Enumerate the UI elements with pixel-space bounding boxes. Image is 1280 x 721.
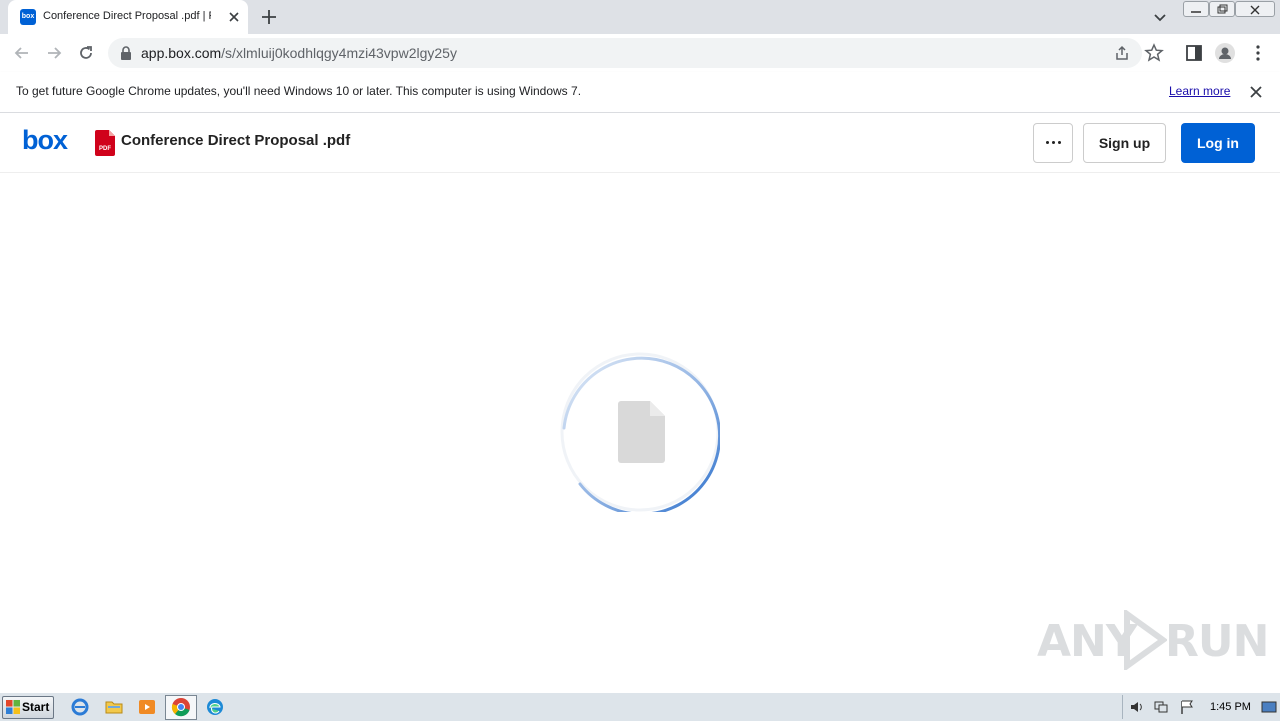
- browser-tab[interactable]: box Conference Direct Proposal .pdf | Po: [8, 0, 248, 34]
- share-icon[interactable]: [1114, 45, 1130, 61]
- lock-icon[interactable]: [120, 46, 132, 60]
- tab-search-chevron-icon[interactable]: [1152, 9, 1168, 25]
- restore-icon: [1217, 4, 1228, 14]
- show-desktop-icon[interactable]: [1261, 699, 1277, 715]
- file-name-title: Conference Direct Proposal .pdf: [121, 132, 351, 149]
- url-text: app.box.com/s/xlmluij0kodhlqgy4mzi43vpw2…: [141, 45, 457, 61]
- reload-icon[interactable]: [76, 43, 96, 63]
- box-header: box PDF Conference Direct Proposal .pdf …: [0, 113, 1280, 173]
- taskbar-chrome-button[interactable]: [165, 695, 197, 720]
- browser-tab-strip: box Conference Direct Proposal .pdf | Po: [0, 0, 1280, 34]
- internet-explorer-icon[interactable]: [70, 697, 90, 717]
- pdf-badge-text: PDF: [99, 146, 111, 152]
- box-favicon-icon: box: [20, 9, 36, 25]
- file-explorer-icon[interactable]: [104, 697, 124, 717]
- close-tab-icon[interactable]: [226, 9, 242, 25]
- network-icon[interactable]: [1153, 699, 1169, 715]
- start-button[interactable]: Start: [2, 696, 54, 719]
- learn-more-link[interactable]: Learn more: [1169, 84, 1230, 98]
- play-triangle-icon: [1124, 610, 1167, 670]
- bookmark-star-icon[interactable]: [1144, 43, 1164, 63]
- close-infobar-icon[interactable]: [1248, 84, 1264, 100]
- minimize-icon: [1191, 11, 1201, 13]
- forward-arrow-icon[interactable]: [44, 43, 64, 63]
- new-tab-icon[interactable]: [260, 8, 278, 26]
- more-dot-icon: [1052, 141, 1055, 144]
- address-bar[interactable]: app.box.com/s/xlmluij0kodhlqgy4mzi43vpw2…: [108, 38, 1142, 68]
- watermark-run: RUN: [1165, 616, 1269, 667]
- action-center-flag-icon[interactable]: [1179, 699, 1195, 715]
- profile-avatar-icon[interactable]: [1215, 43, 1235, 63]
- close-window-icon: [1250, 5, 1260, 15]
- document-placeholder-icon: [618, 401, 665, 463]
- taskbar-clock[interactable]: 1:45 PM: [1210, 701, 1251, 713]
- loading-spinner: [560, 352, 720, 512]
- infobar-message: To get future Google Chrome updates, you…: [16, 84, 582, 98]
- system-tray: 1:45 PM: [1122, 695, 1280, 719]
- minimize-window-button[interactable]: [1183, 1, 1209, 17]
- kebab-menu-icon[interactable]: [1248, 43, 1268, 63]
- sign-up-button[interactable]: Sign up: [1083, 123, 1166, 163]
- restore-window-button[interactable]: [1209, 1, 1235, 17]
- edge-icon[interactable]: [205, 697, 225, 717]
- close-window-button[interactable]: [1235, 1, 1275, 17]
- volume-icon[interactable]: [1129, 699, 1145, 715]
- media-player-icon[interactable]: [137, 697, 157, 717]
- more-dot-icon: [1058, 141, 1061, 144]
- pdf-file-icon: PDF: [95, 130, 115, 156]
- chrome-icon: [171, 698, 190, 717]
- anyrun-watermark: ANY RUN: [1037, 604, 1269, 674]
- side-panel-icon[interactable]: [1184, 43, 1204, 63]
- browser-toolbar: app.box.com/s/xlmluij0kodhlqgy4mzi43vpw2…: [0, 34, 1280, 73]
- url-host: app.box.com: [141, 45, 222, 61]
- box-logo[interactable]: box: [22, 125, 68, 156]
- chrome-update-infobar: To get future Google Chrome updates, you…: [0, 72, 1280, 113]
- more-options-button[interactable]: [1033, 123, 1073, 163]
- more-dot-icon: [1046, 141, 1049, 144]
- windows-taskbar: Start 1:45 PM: [0, 692, 1280, 721]
- tab-title: Conference Direct Proposal .pdf | Po: [43, 10, 211, 22]
- watermark-any: ANY: [1037, 616, 1138, 667]
- log-in-button[interactable]: Log in: [1181, 123, 1255, 163]
- back-arrow-icon[interactable]: [12, 43, 32, 63]
- url-path: /s/xlmluij0kodhlqgy4mzi43vpw2lgy25y: [221, 45, 457, 61]
- start-label: Start: [22, 700, 50, 714]
- windows-logo-icon: [6, 700, 20, 714]
